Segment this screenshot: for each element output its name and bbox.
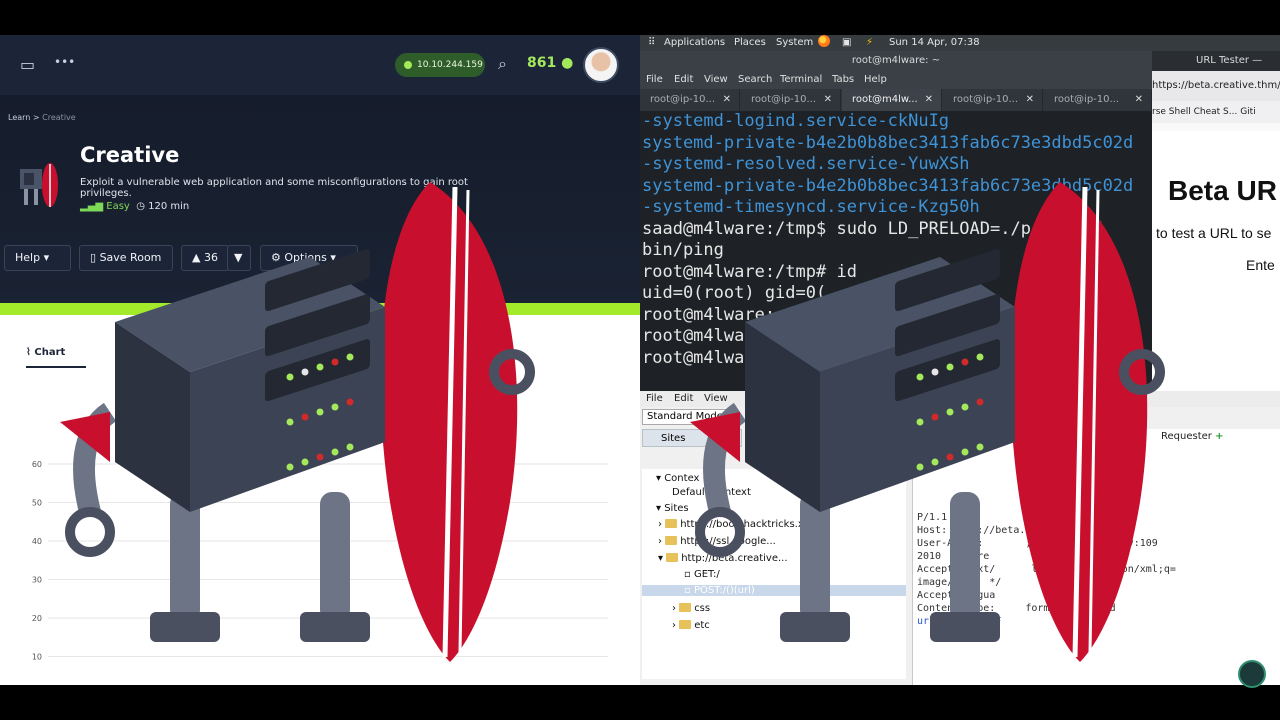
apps-grid-icon[interactable]: ⠿: [648, 35, 655, 51]
robot-surfboard-mascot: [60, 182, 535, 662]
y-tick-label: 40: [32, 537, 42, 546]
video-frame: ▭ ••• 10.10.244.159 ⌕ 861 ● Learn > Crea…: [0, 0, 1280, 720]
breadcrumb-learn[interactable]: Learn: [8, 113, 30, 122]
close-icon[interactable]: ✕: [1026, 89, 1034, 111]
menu-system[interactable]: System: [776, 35, 813, 51]
chat-icon[interactable]: [1238, 660, 1266, 688]
status-dot-icon: [404, 61, 412, 69]
bookmarks-bar[interactable]: rse Shell Cheat S... Giti: [1152, 101, 1280, 123]
tab-label: root@m4lw...: [852, 94, 918, 105]
clock: Sun 14 Apr, 07:38: [889, 37, 980, 48]
y-tick-label: 50: [32, 499, 42, 508]
burp-icon[interactable]: ⚡: [866, 35, 873, 51]
page-title: Creative: [80, 143, 180, 167]
search-icon[interactable]: ⌕: [498, 54, 507, 74]
terminal-tab[interactable]: root@ip-10... ✕: [741, 89, 841, 111]
terminal-tab[interactable]: root@ip-10... ✕: [943, 89, 1043, 111]
machine-ip-badge[interactable]: 10.10.244.159: [395, 53, 485, 77]
terminal-tab[interactable]: root@ip-10... ✕: [1044, 89, 1152, 111]
streak-value: 861: [527, 55, 557, 71]
terminal-line: -systemd-logind.service-ckNuIg: [642, 111, 950, 131]
add-icon[interactable]: +: [1215, 431, 1223, 442]
page-heading: Beta UR: [1168, 175, 1277, 206]
breadcrumb-sep: >: [32, 113, 40, 122]
y-tick-label: 10: [32, 653, 42, 662]
menu-places[interactable]: Places: [734, 35, 766, 51]
folder-icon: [665, 519, 678, 528]
close-icon[interactable]: ✕: [1135, 89, 1143, 111]
close-icon[interactable]: ✕: [723, 89, 731, 111]
page-label: Ente: [1246, 257, 1275, 273]
y-tick-label: 20: [32, 614, 42, 623]
terminal-menubar: File Edit View Search Terminal Tabs Help: [640, 71, 1152, 89]
terminal-tabs: root@ip-10... ✕ root@ip-10... ✕ root@m4lw.…: [640, 89, 1152, 111]
breadcrumb-current: Creative: [42, 113, 76, 122]
terminal-launcher-icon[interactable]: ▣: [842, 35, 851, 51]
menu-view[interactable]: View: [704, 71, 728, 89]
tab-label: root@ip-10...: [751, 94, 817, 105]
tab-label: root@ip-10...: [1054, 94, 1120, 105]
menu-edit[interactable]: Edit: [674, 71, 693, 89]
y-tick-label: 30: [32, 576, 42, 585]
close-icon[interactable]: ✕: [925, 89, 933, 111]
folder-icon: [665, 536, 678, 545]
menu-applications[interactable]: Applications: [664, 35, 725, 51]
url-bar[interactable]: https://beta.creative.thm/: [1152, 71, 1280, 101]
gnome-top-panel: ⠿ Applications Places System ▣ ⚡ Sun 14 …: [640, 35, 1280, 51]
firefox-icon[interactable]: [818, 35, 830, 47]
more-icon[interactable]: •••: [54, 55, 75, 69]
menu-terminal[interactable]: Terminal: [780, 71, 822, 89]
browser-title: URL Tester — Moz: [1152, 51, 1280, 86]
menu-file[interactable]: File: [646, 71, 663, 89]
streak-counter[interactable]: 861 ●: [527, 55, 573, 71]
flame-icon: ●: [561, 55, 574, 71]
breadcrumb: Learn > Creative: [8, 113, 76, 122]
menu-file[interactable]: File: [646, 391, 663, 407]
menu-tabs[interactable]: Tabs: [832, 71, 854, 89]
menu-help[interactable]: Help: [864, 71, 887, 89]
top-navbar: ▭ ••• 10.10.244.159 ⌕ 861 ●: [0, 35, 640, 95]
terminal-tab[interactable]: root@ip-10... ✕: [640, 89, 740, 111]
window-icon[interactable]: ▭: [20, 55, 35, 74]
close-icon[interactable]: ✕: [824, 89, 832, 111]
robot-surfboard-mascot: [690, 182, 1165, 662]
menu-search[interactable]: Search: [738, 71, 772, 89]
terminal-title: root@m4lware: ~: [640, 51, 1152, 71]
folder-icon: [666, 553, 679, 562]
tab-label: root@ip-10...: [650, 94, 716, 105]
tab-label: root@ip-10...: [953, 94, 1019, 105]
avatar[interactable]: [583, 47, 619, 83]
terminal-tab-active[interactable]: root@m4lw... ✕: [842, 89, 942, 111]
terminal-line: systemd-private-b4e2b0b8bec3413fab6c73e3…: [642, 132, 1134, 153]
machine-ip: 10.10.244.159: [417, 60, 483, 70]
help-label: Help: [15, 251, 41, 264]
y-tick-label: 60: [32, 460, 42, 469]
